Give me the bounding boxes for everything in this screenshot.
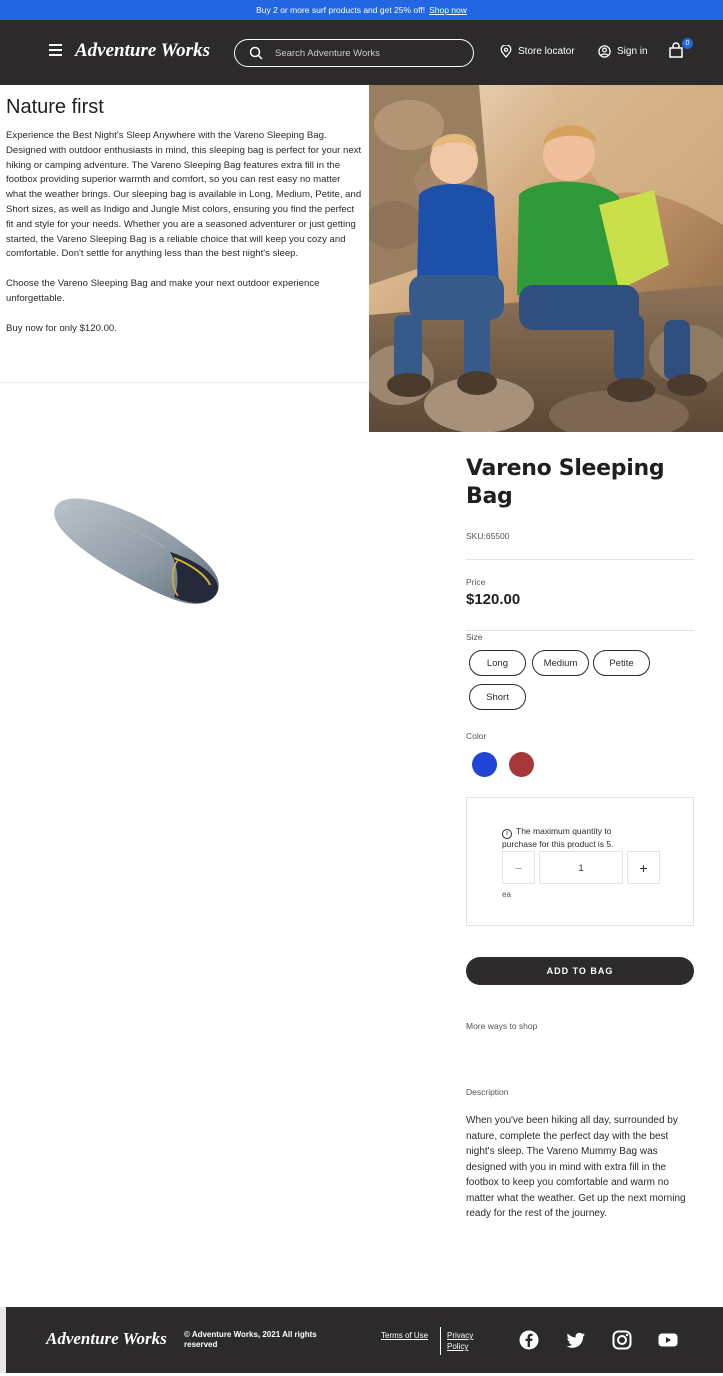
shop-now-link[interactable]: Shop now [429, 5, 467, 15]
color-label: Color [466, 731, 487, 741]
location-pin-icon [500, 45, 512, 58]
hero-paragraph: Choose the Vareno Sleeping Bag and make … [6, 278, 320, 304]
info-icon: i [502, 829, 512, 839]
product-title: Vareno Sleeping Bag [466, 456, 665, 509]
quantity-input[interactable] [539, 851, 623, 884]
color-swatch-blue[interactable] [472, 752, 497, 777]
hero-text-block: Nature first Experience the Best Night's… [0, 85, 369, 383]
product-sku: SKU:65500 [466, 531, 510, 541]
size-option-medium[interactable]: Medium [532, 650, 589, 676]
size-option-long[interactable]: Long [469, 650, 526, 676]
instagram-icon[interactable] [612, 1330, 632, 1350]
description-label: Description [466, 1087, 509, 1097]
promo-banner: Buy 2 or more surf products and get 25% … [0, 0, 723, 20]
size-option-short[interactable]: Short [469, 684, 526, 710]
product-description: When you've been hiking all day, surroun… [466, 1115, 686, 1219]
search-icon [249, 46, 263, 60]
search-box[interactable] [234, 39, 474, 67]
quantity-limit-note: i The maximum quantity to purchase for th… [502, 826, 632, 850]
terms-of-use-link[interactable]: Terms of Use [381, 1330, 431, 1341]
twitter-icon[interactable] [566, 1330, 586, 1350]
privacy-policy-link[interactable]: Privacy Policy [447, 1330, 492, 1352]
facebook-icon[interactable] [519, 1330, 539, 1350]
hero-image [369, 85, 723, 432]
user-icon [598, 45, 611, 58]
footer-copyright: © Adventure Works, 2021 All rights reser… [184, 1330, 317, 1349]
cart-count-badge: 0 [682, 38, 693, 49]
hero-title: Nature first [6, 96, 104, 118]
product-price: $120.00 [466, 591, 521, 608]
hero-paragraph: Buy now for only $120.00. [6, 322, 117, 334]
quantity-increment-button[interactable]: + [627, 851, 660, 884]
store-locator-link[interactable]: Store locator [500, 45, 575, 58]
hero-paragraph: Experience the Best Night's Sleep Anywhe… [6, 130, 362, 260]
youtube-icon[interactable] [658, 1330, 678, 1350]
size-option-petite[interactable]: Petite [593, 650, 650, 676]
quantity-unit: ea [502, 890, 511, 899]
site-logo[interactable]: Adventure Works [75, 40, 210, 62]
footer-logo[interactable]: Adventure Works [46, 1329, 167, 1349]
color-swatch-red[interactable] [509, 752, 534, 777]
quantity-decrement-button[interactable]: − [502, 851, 535, 884]
store-locator-label: Store locator [518, 46, 575, 57]
price-label: Price [466, 577, 486, 587]
promo-text: Buy 2 or more surf products and get 25% … [256, 5, 426, 15]
size-label: Size [466, 632, 483, 642]
menu-icon[interactable] [49, 44, 62, 56]
product-details: Vareno Sleeping Bag SKU:65500 Price $120… [466, 455, 694, 1219]
add-to-bag-button[interactable]: ADD TO BAG [466, 957, 694, 985]
cart-button[interactable]: 0 [668, 38, 693, 62]
search-input[interactable] [275, 44, 465, 62]
more-ways-to-shop-link[interactable]: More ways to shop [466, 1021, 537, 1031]
divider [466, 630, 694, 631]
divider [466, 559, 694, 560]
sign-in-link[interactable]: Sign in [598, 45, 648, 58]
site-footer: Adventure Works © Adventure Works, 2021 … [6, 1307, 723, 1373]
quantity-panel: i The maximum quantity to purchase for th… [466, 797, 694, 926]
footer-divider [440, 1327, 441, 1355]
product-image [50, 490, 230, 615]
sign-in-label: Sign in [617, 46, 648, 57]
quantity-limit-text: The maximum quantity to purchase for thi… [502, 826, 614, 849]
site-header: Adventure Works Store locator Sign in 0 [0, 20, 723, 85]
